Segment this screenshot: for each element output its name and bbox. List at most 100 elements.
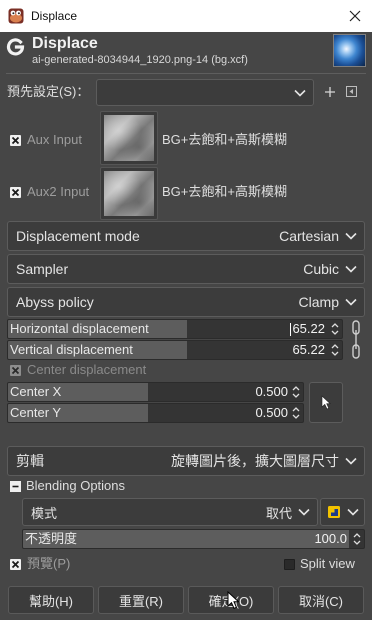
center-displacement-checkbox[interactable]	[10, 365, 21, 376]
center-x-label: Center X	[10, 384, 62, 399]
check-x-icon	[11, 188, 20, 197]
spin-arrows-icon[interactable]	[331, 322, 339, 336]
abyss-policy-dropdown[interactable]: Abyss policy Clamp	[7, 287, 365, 317]
mouse-cursor-icon	[227, 591, 240, 610]
check-x-icon	[11, 560, 20, 569]
center-displacement-label: Center displacement	[27, 362, 147, 377]
displacement-mode-dropdown[interactable]: Displacement mode Cartesian	[7, 221, 365, 251]
opacity-spinscale[interactable]: 不透明度 100.0	[22, 529, 365, 549]
center-x-spinscale[interactable]: Center X 0.500	[7, 382, 304, 402]
aux-input-label: Aux Input	[27, 132, 82, 147]
chevron-down-icon	[346, 508, 359, 516]
center-y-entry[interactable]: 0.500	[255, 404, 288, 422]
aux2-input-label: Aux2 Input	[27, 184, 90, 199]
center-displacement-row: Center displacement	[0, 361, 200, 379]
aux-input-source: BG+去飽和+高斯模糊	[162, 132, 287, 147]
image-thumbnail	[333, 34, 366, 67]
spin-arrows-icon[interactable]	[292, 385, 300, 399]
vertical-displacement-label: Vertical displacement	[10, 342, 133, 357]
vertical-displacement-entry[interactable]: 65.22	[292, 341, 325, 359]
opacity-entry[interactable]: 100.0	[314, 530, 347, 548]
center-y-spinscale[interactable]: Center Y 0.500	[7, 403, 304, 423]
aux2-input-thumbnail	[104, 171, 154, 216]
chevron-down-icon	[294, 89, 306, 97]
sampler-dropdown[interactable]: Sampler Cubic	[7, 254, 365, 284]
reset-button[interactable]: 重置(R)	[98, 586, 184, 614]
center-y-value: 0.500	[255, 405, 288, 420]
clipping-value: 旋轉圖片後，擴大圖層尺寸	[171, 453, 339, 469]
clipping-dropdown[interactable]: 剪輯 旋轉圖片後，擴大圖層尺寸	[7, 446, 365, 476]
cancel-button[interactable]: 取消(C)	[278, 586, 364, 614]
spin-arrows-icon[interactable]	[331, 343, 339, 357]
horizontal-displacement-value: 65.22	[292, 321, 325, 336]
image-subtitle: ai-generated-8034944_1920.png-14 (bg.xcf…	[32, 54, 248, 66]
aux-input-picker[interactable]	[100, 111, 158, 165]
center-x-value: 0.500	[255, 384, 288, 399]
sampler-selection: Cubic	[303, 261, 357, 277]
dialog-title: Displace	[32, 35, 98, 52]
composite-mode-button[interactable]	[320, 498, 365, 526]
blend-mode-label: 模式	[31, 505, 58, 521]
split-view-checkbox[interactable]	[284, 559, 295, 570]
header-separator	[6, 73, 366, 74]
spin-arrows-icon[interactable]	[353, 532, 361, 546]
clipping-selection: 旋轉圖片後，擴大圖層尺寸	[171, 451, 357, 471]
window-title: Displace	[31, 9, 78, 23]
chevron-down-icon	[345, 265, 357, 273]
presets-label: 預先設定(S)：	[7, 84, 90, 99]
aux2-input-source: BG+去飽和+高斯模糊	[162, 184, 287, 199]
aux2-input-picker[interactable]	[100, 167, 158, 220]
horizontal-displacement-label: Horizontal displacement	[10, 321, 149, 336]
minus-icon	[12, 485, 19, 488]
center-x-entry[interactable]: 0.500	[255, 383, 288, 401]
horizontal-displacement-entry[interactable]: 65.22	[290, 320, 325, 338]
text-caret	[290, 322, 292, 336]
close-button[interactable]	[338, 0, 372, 32]
chevron-down-icon	[298, 508, 310, 516]
displacement-mode-selection: Cartesian	[279, 228, 357, 244]
abyss-policy-selection: Clamp	[299, 294, 357, 310]
aux-input-checkbox[interactable]	[10, 135, 21, 146]
displacement-mode-label: Displacement mode	[16, 228, 140, 244]
clipping-label: 剪輯	[16, 453, 44, 469]
preview-label: 預覽(P)	[27, 556, 71, 571]
preset-menu-icon[interactable]	[346, 86, 357, 97]
opacity-label: 不透明度	[25, 531, 78, 546]
title-bar: Displace	[0, 0, 372, 32]
chain-icon[interactable]	[350, 320, 362, 359]
blend-mode-selection: 取代	[266, 503, 310, 522]
gimp-icon	[8, 8, 24, 24]
center-y-label: Center Y	[10, 405, 62, 420]
abyss-policy-label: Abyss policy	[16, 294, 94, 310]
sampler-value: Cubic	[303, 261, 339, 277]
spin-arrows-icon[interactable]	[292, 406, 300, 420]
opacity-value: 100.0	[314, 531, 347, 546]
pointer-icon	[321, 395, 331, 410]
displacement-mode-value: Cartesian	[279, 228, 339, 244]
blend-mode-value: 取代	[265, 505, 292, 521]
vertical-displacement-value: 65.22	[292, 342, 325, 357]
check-x-icon	[11, 366, 20, 375]
chevron-down-icon	[345, 232, 357, 240]
blending-options-expander[interactable]	[10, 481, 21, 492]
help-button[interactable]: 幫助(H)	[8, 586, 94, 614]
sampler-label: Sampler	[16, 261, 69, 277]
check-x-icon	[11, 136, 20, 145]
pick-center-button[interactable]	[309, 382, 343, 423]
aux-input-thumbnail	[104, 115, 154, 161]
vertical-displacement-spinscale[interactable]: Vertical displacement 65.22	[7, 340, 343, 360]
abyss-policy-value: Clamp	[298, 294, 339, 310]
preview-checkbox[interactable]	[10, 559, 21, 570]
chevron-down-icon	[345, 298, 357, 306]
close-icon	[349, 10, 361, 22]
presets-dropdown[interactable]	[96, 79, 314, 106]
split-view-label: Split view	[300, 556, 355, 571]
composite-mode-icon	[327, 506, 340, 518]
blending-options-label: Blending Options	[26, 478, 126, 493]
blend-mode-dropdown[interactable]: 模式 取代	[22, 498, 318, 526]
aux2-input-checkbox[interactable]	[10, 187, 21, 198]
plus-icon[interactable]	[324, 86, 336, 98]
gegl-icon	[6, 37, 26, 57]
chevron-down-icon	[345, 457, 357, 465]
horizontal-displacement-spinscale[interactable]: Horizontal displacement 65.22	[7, 319, 343, 339]
